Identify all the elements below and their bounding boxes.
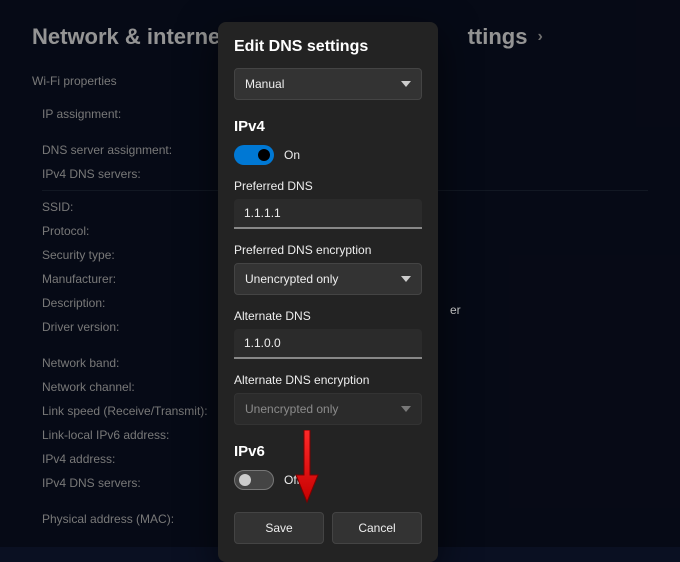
preferred-dns-label: Preferred DNS	[234, 179, 422, 193]
ipv6-heading: IPv6	[234, 443, 422, 460]
cancel-button[interactable]: Cancel	[332, 512, 422, 544]
toggle-knob	[239, 474, 251, 486]
edit-dns-dialog: Edit DNS settings Manual IPv4 On Preferr…	[218, 22, 438, 562]
alternate-dns-label: Alternate DNS	[234, 309, 422, 323]
ipv4-toggle-label: On	[284, 148, 300, 162]
preferred-dns-enc-label: Preferred DNS encryption	[234, 243, 422, 257]
preferred-dns-enc-select[interactable]: Unencrypted only	[234, 263, 422, 295]
bg-text-fragment: er	[450, 303, 461, 317]
chevron-down-icon	[401, 81, 411, 87]
chevron-down-icon	[401, 276, 411, 282]
alternate-dns-enc-label: Alternate DNS encryption	[234, 373, 422, 387]
toggle-knob	[258, 149, 270, 161]
chevron-down-icon	[401, 406, 411, 412]
preferred-dns-input[interactable]	[234, 199, 422, 229]
save-button[interactable]: Save	[234, 512, 324, 544]
alternate-dns-input[interactable]	[234, 329, 422, 359]
ipv4-toggle[interactable]	[234, 145, 274, 165]
ipv6-toggle[interactable]	[234, 470, 274, 490]
ipv4-heading: IPv4	[234, 118, 422, 135]
alternate-dns-enc-select[interactable]: Unencrypted only	[234, 393, 422, 425]
dialog-title: Edit DNS settings	[234, 38, 422, 56]
ipv6-toggle-label: Off	[284, 473, 300, 487]
alternate-dns-enc-value: Unencrypted only	[245, 402, 338, 416]
dns-mode-select[interactable]: Manual	[234, 68, 422, 100]
dns-mode-value: Manual	[245, 77, 284, 91]
preferred-dns-enc-value: Unencrypted only	[245, 272, 338, 286]
